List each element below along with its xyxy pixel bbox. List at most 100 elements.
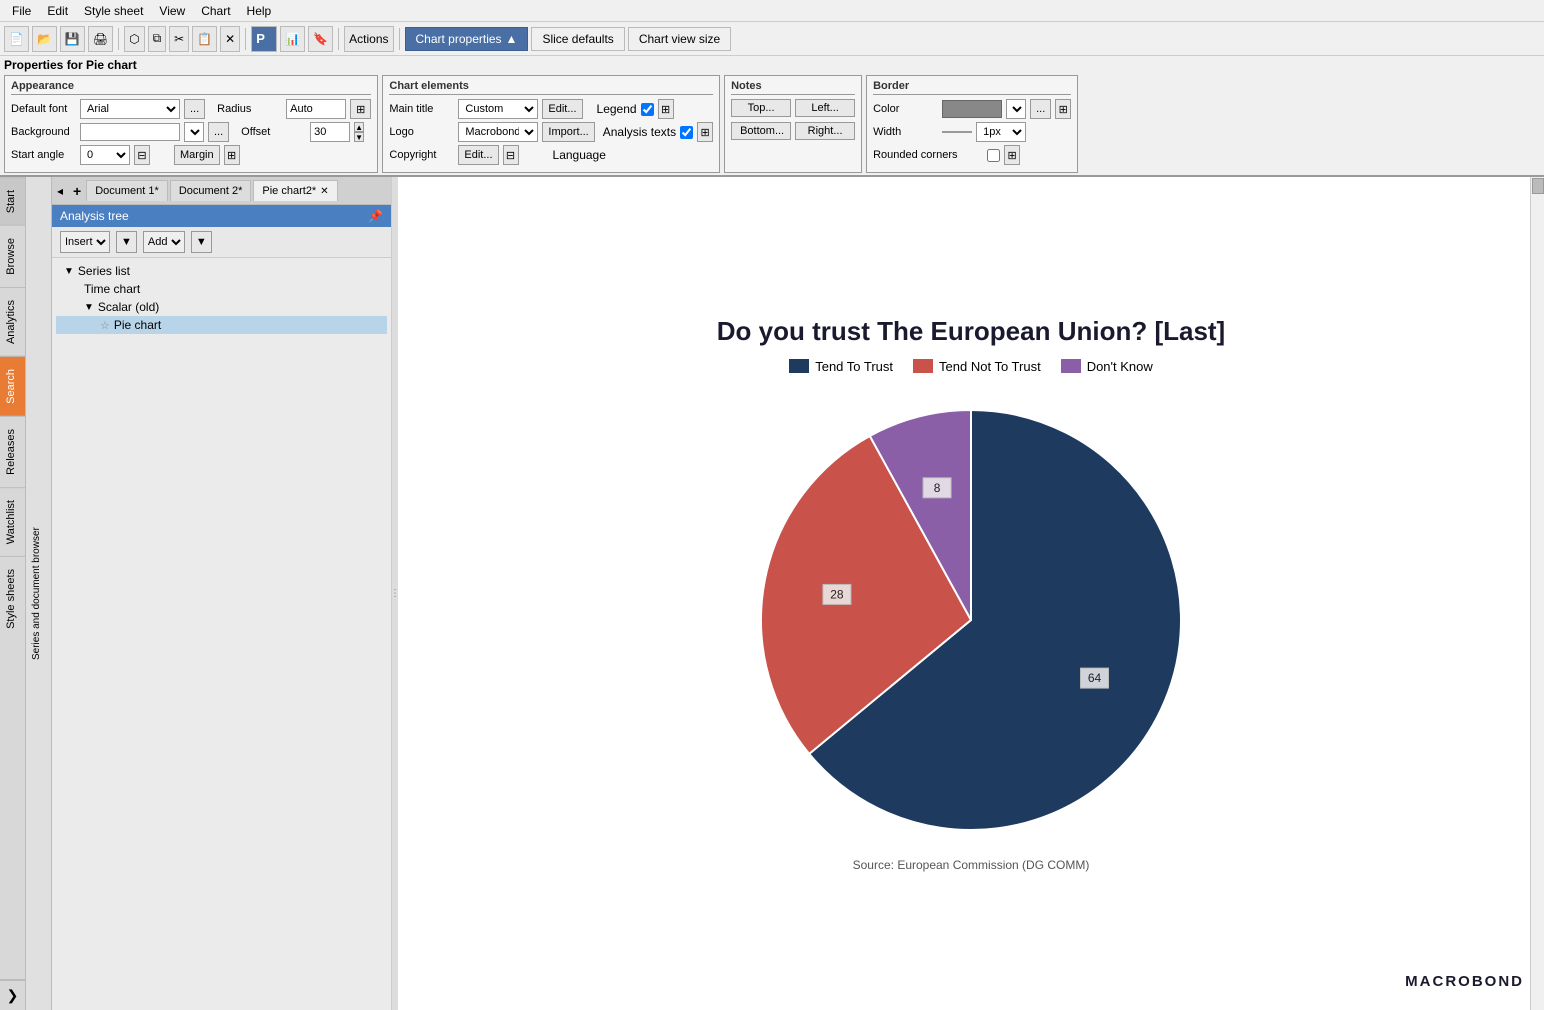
time-chart-item[interactable]: Time chart [56,280,387,298]
series-list-item[interactable]: ▼ Series list [56,262,387,280]
notes-top-button[interactable]: Top... [731,99,791,117]
start-angle-expand[interactable]: ⊟ [134,145,150,165]
pie-tab[interactable]: Pie chart2* ✕ [253,180,337,201]
legend-expand[interactable]: ⊞ [658,99,674,119]
appearance-section: Appearance Default font Arial ... Radius… [4,75,378,173]
offset-down[interactable]: ▼ [354,132,364,142]
print-button[interactable]: 🖨 [88,26,113,52]
analysis-texts-checkbox[interactable] [680,126,693,139]
share-button[interactable]: ⬡ [124,26,144,52]
copy-button[interactable]: ⧉ [148,26,167,52]
slice-defaults-button[interactable]: Slice defaults [531,27,624,51]
series-browser-label[interactable]: Series and document browser [26,177,51,1010]
scrollbar-thumb[interactable] [1532,178,1544,194]
language-label: Language [553,148,606,162]
p-button[interactable]: P [251,26,277,52]
analytics-tab[interactable]: Analytics [0,287,25,356]
font-browse-button[interactable]: ... [184,99,205,119]
logo-select[interactable]: Macrobond [458,122,538,142]
radius-input[interactable] [286,99,346,119]
open-button[interactable]: 📂 [32,26,57,52]
toolbar: 📄 📂 💾 🖨 ⬡ ⧉ ✂ 📋 ✕ P 📊 🔖 Actions Chart pr… [0,22,1544,56]
tab-arrow-left[interactable]: ◂ [52,182,68,200]
copyright-edit[interactable]: Edit... [458,145,498,165]
browse-tab[interactable]: Browse [0,225,25,287]
notes-left-button[interactable]: Left... [795,99,855,117]
menu-chart[interactable]: Chart [193,2,238,20]
bookmark-button[interactable]: 🔖 [308,26,333,52]
margin-expand[interactable]: ⊞ [224,145,240,165]
chart-elements-section: Chart elements Main title Custom Edit...… [382,75,720,173]
label-text-1: 28 [830,587,844,601]
notes-right-button[interactable]: Right... [795,122,855,140]
color-select[interactable] [1006,99,1026,119]
add-select[interactable]: Add [143,231,185,253]
releases-tab[interactable]: Releases [0,416,25,487]
doc1-tab[interactable]: Document 1* [86,180,168,201]
menu-file[interactable]: File [4,2,39,20]
menu-view[interactable]: View [151,2,193,20]
main-title-edit[interactable]: Edit... [542,99,582,119]
scalar-old-item[interactable]: ▼ Scalar (old) [56,298,387,316]
doc2-tab[interactable]: Document 2* [170,180,252,201]
start-tab[interactable]: Start [0,177,25,225]
offset-up[interactable]: ▲ [354,122,364,132]
chart-properties-button[interactable]: Chart properties ▲ [405,27,529,51]
paste-button[interactable]: 📋 [192,26,217,52]
logo-import[interactable]: Import... [542,122,594,142]
chart-view-button[interactable]: Chart view size [628,27,731,51]
width-select[interactable]: 1px [976,122,1026,142]
analysis-texts-expand[interactable]: ⊞ [697,122,713,142]
rounded-checkbox[interactable] [987,149,1000,162]
pie-chart-item[interactable]: ☆ Pie chart [56,316,387,334]
bg-browse-button[interactable]: ... [208,122,229,142]
chart-props-label: Chart properties [416,32,502,46]
doc-tabs-bar: ◂ + Document 1* Document 2* Pie chart2* … [52,177,391,205]
radius-expand-button[interactable]: ⊞ [350,99,371,119]
series-browser-tab-vertical: Series and document browser [26,177,52,1010]
width-label: Width [873,126,938,138]
new-button[interactable]: 📄 [4,26,29,52]
expand-button[interactable]: ❯ [0,980,25,1010]
notes-bottom-button[interactable]: Bottom... [731,122,791,140]
menu-stylesheet[interactable]: Style sheet [76,2,151,20]
legend-checkbox[interactable] [641,103,654,116]
scrollbar-v[interactable] [1530,177,1544,1010]
insert-select[interactable]: Insert [60,231,110,253]
save-button[interactable]: 💾 [60,26,85,52]
main-title-select[interactable]: Custom [458,99,538,119]
stylesheets-tab[interactable]: Style sheets [0,556,25,641]
pie-tab-close[interactable]: ✕ [320,186,328,197]
menu-edit[interactable]: Edit [39,2,76,20]
menu-help[interactable]: Help [239,2,280,20]
color-expand[interactable]: ⊞ [1055,99,1071,119]
color-browse[interactable]: ... [1030,99,1051,119]
rounded-expand[interactable]: ⊞ [1004,145,1020,165]
add-arrow-btn[interactable]: ▼ [191,231,212,253]
notes-bottom-right-row: Bottom... Right... [731,122,855,142]
bg-label: Background [11,126,76,138]
offset-input[interactable] [310,122,350,142]
watchlist-tab[interactable]: Watchlist [0,487,25,556]
bg-swatch[interactable] [80,123,180,141]
margin-button[interactable]: Margin [174,145,220,165]
cut-button[interactable]: ✂ [169,26,189,52]
separator4 [399,28,400,50]
menubar: File Edit Style sheet View Chart Help [0,0,1544,22]
copyright-expand[interactable]: ⊟ [503,145,519,165]
bg-select[interactable] [184,122,204,142]
left-panel: ◂ + Document 1* Document 2* Pie chart2* … [52,177,392,1010]
actions-button[interactable]: Actions [344,26,393,52]
border-section: Border Color ... ⊞ Width 1px Rounded cor… [866,75,1078,173]
tab-add-button[interactable]: + [68,181,86,201]
delete-button[interactable]: ✕ [220,26,240,52]
color-swatch[interactable] [942,100,1002,118]
search-tab[interactable]: Search [0,356,25,416]
legend-label: Legend [597,102,637,116]
font-select[interactable]: Arial [80,99,180,119]
pie-star-icon: ☆ [100,319,110,332]
insert-arrow-btn[interactable]: ▼ [116,231,137,253]
chart-type-button[interactable]: 📊 [280,26,305,52]
macrobond-logo: MACROBOND [1405,973,1524,990]
start-angle-select[interactable]: 0 [80,145,130,165]
